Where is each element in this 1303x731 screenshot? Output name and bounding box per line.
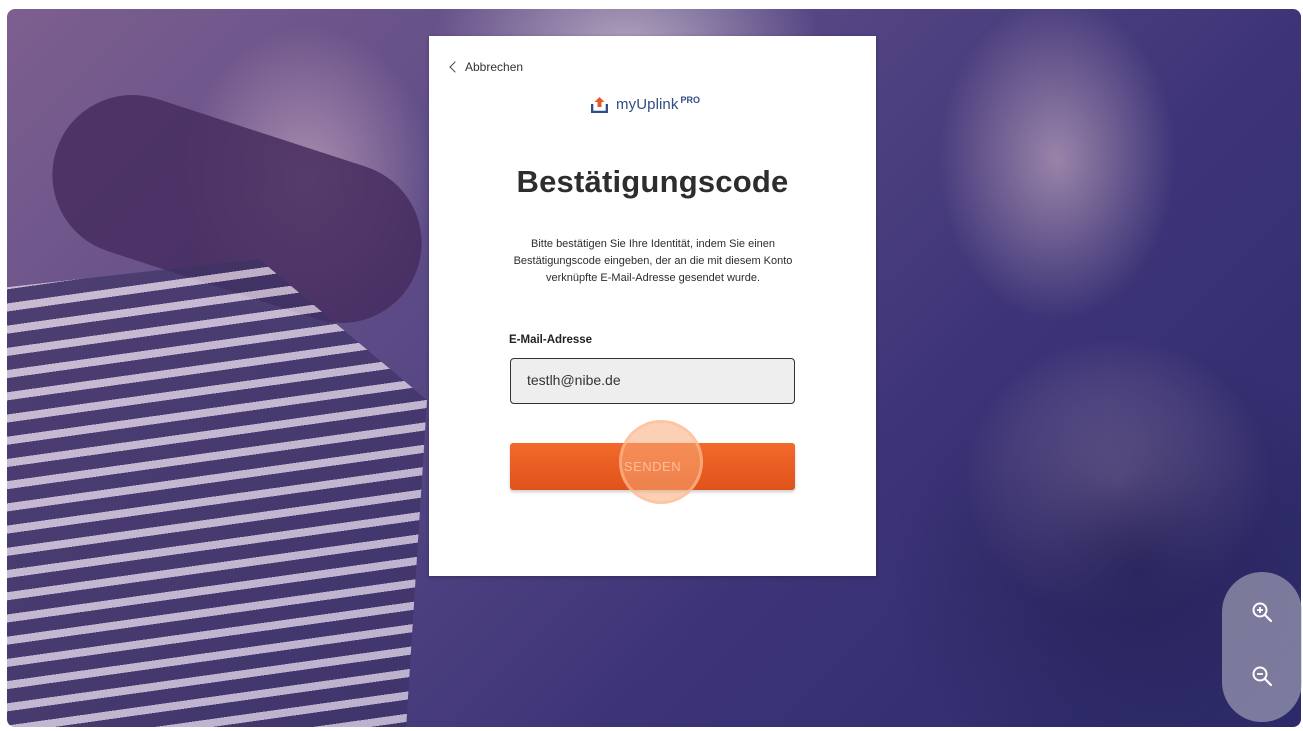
- brand-logo: myUplink PRO: [591, 94, 700, 113]
- email-label: E-Mail-Adresse: [509, 334, 593, 346]
- cancel-label: Abbrechen: [465, 60, 524, 74]
- page-title: Bestätigungscode: [516, 164, 789, 199]
- zoom-in-button[interactable]: [1244, 594, 1280, 630]
- zoom-in-icon: [1252, 602, 1273, 623]
- touch-indicator: [619, 420, 703, 504]
- page-description: Bitte bestätigen Sie Ihre Identität, ind…: [513, 238, 793, 284]
- photo-shape: [7, 259, 427, 727]
- chevron-left-icon: [449, 61, 461, 73]
- verification-card: Abbrechen myUplink PRO Bestätigungscode …: [429, 36, 876, 576]
- upload-logo-icon: [591, 97, 608, 113]
- cancel-link[interactable]: Abbrechen: [449, 60, 524, 74]
- brand-name: myUplink: [616, 96, 679, 113]
- zoom-controls: [1222, 572, 1302, 722]
- email-field[interactable]: testlh@nibe.de: [510, 358, 795, 404]
- brand-suffix: PRO: [680, 94, 700, 105]
- zoom-out-button[interactable]: [1244, 658, 1280, 694]
- zoom-out-icon: [1252, 666, 1273, 687]
